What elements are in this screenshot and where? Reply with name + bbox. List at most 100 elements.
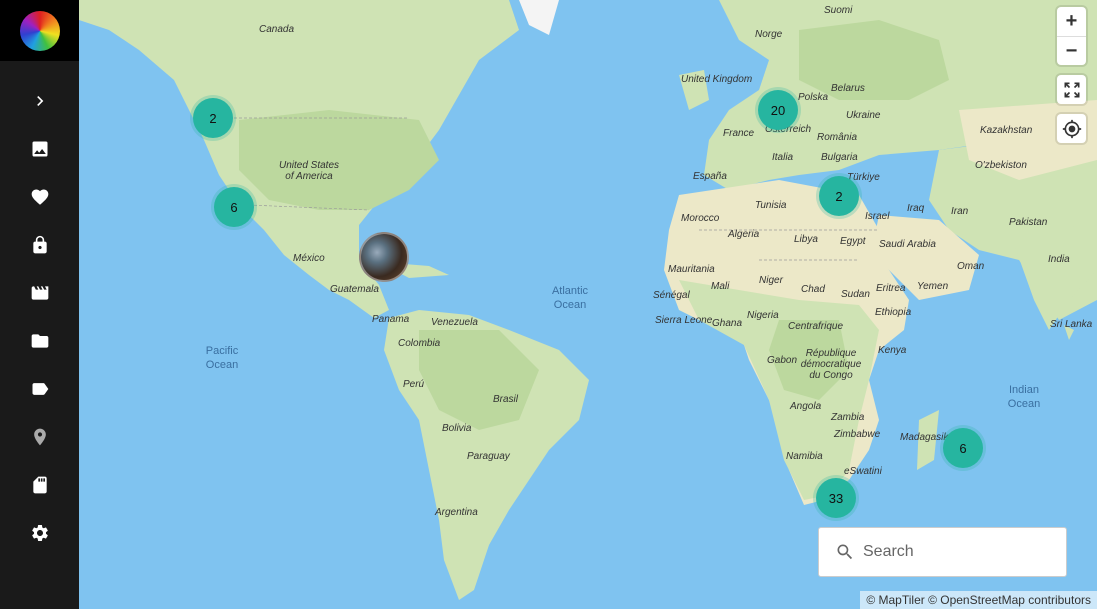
logo-container[interactable]	[0, 0, 79, 61]
label-israel: Israel	[865, 211, 890, 222]
photo-marker[interactable]	[359, 232, 409, 282]
label-libya: Libya	[794, 234, 818, 245]
label-ukraine: Ukraine	[846, 110, 881, 121]
label-kazakhstan: Kazakhstan	[980, 125, 1033, 136]
label-united-states: United States of America	[278, 160, 340, 182]
search-box	[818, 527, 1067, 577]
map-attribution[interactable]: © MapTiler © OpenStreetMap contributors	[860, 591, 1097, 609]
app-logo	[19, 10, 60, 51]
zoom-out-button[interactable]: −	[1057, 36, 1086, 65]
library-icon	[32, 476, 47, 494]
label-tunisia: Tunisia	[755, 200, 787, 211]
label-united-kingdom: United Kingdom	[681, 74, 753, 85]
sidebar-item-labels[interactable]	[0, 365, 79, 413]
label-zambia: Zambia	[831, 412, 865, 423]
gear-icon	[31, 525, 48, 541]
label-pakistan: Pakistan	[1009, 217, 1048, 228]
cluster-marker[interactable]: 2	[193, 98, 233, 138]
label-pacific-ocean: Pacific Ocean	[205, 345, 239, 371]
sidebar-item-folders[interactable]	[0, 317, 79, 365]
zoom-in-button[interactable]: +	[1057, 7, 1086, 36]
movie-icon	[31, 286, 48, 300]
label-sudan: Sudan	[841, 289, 870, 300]
chevron-right-icon	[36, 96, 43, 106]
label-bolivia: Bolivia	[442, 423, 472, 434]
label-mauritania: Mauritania	[668, 264, 715, 275]
label-namibia: Namibia	[786, 451, 823, 462]
label-ozbekiston: O'zbekiston	[975, 160, 1027, 171]
label-sri-lanka: Sri Lanka	[1050, 319, 1093, 330]
cluster-marker[interactable]: 2	[819, 176, 859, 216]
lock-icon	[32, 235, 47, 254]
label-italia: Italia	[772, 152, 794, 163]
label-algeria: Algeria	[728, 229, 760, 240]
label-brasil: Brasil	[493, 394, 519, 405]
label-espana: España	[693, 171, 727, 182]
search-input[interactable]	[863, 543, 1063, 561]
search-icon	[837, 544, 853, 560]
label-atlantic-ocean: Atlantic Ocean	[551, 285, 589, 311]
label-gabon: Gabon	[767, 355, 798, 366]
zoom-controls: + −	[1057, 7, 1086, 65]
geolocate-button[interactable]	[1057, 114, 1086, 143]
label-peru: Perú	[403, 379, 425, 390]
sidebar-item-places[interactable]	[0, 413, 79, 461]
cluster-marker[interactable]: 33	[816, 478, 856, 518]
sidebar-item-favorites[interactable]	[0, 173, 79, 221]
heart-icon	[31, 189, 48, 205]
label-indian-ocean: Indian Ocean	[1007, 384, 1041, 410]
label-mexico: México	[293, 253, 325, 264]
label-bulgaria: Bulgaria	[821, 152, 858, 163]
cluster-marker[interactable]: 6	[943, 428, 983, 468]
cluster-marker[interactable]: 20	[758, 90, 798, 130]
label-france: France	[723, 128, 755, 139]
label-eswatini: eSwatini	[844, 466, 882, 477]
label-oman: Oman	[957, 261, 985, 272]
label-polska: Polska	[798, 92, 829, 103]
sidebar	[0, 0, 79, 609]
sidebar-item-private[interactable]	[0, 221, 79, 269]
sidebar-item-videos[interactable]	[0, 269, 79, 317]
my-location-icon	[1062, 119, 1081, 138]
expand-sidebar-button[interactable]	[0, 77, 79, 125]
label-eritrea: Eritrea	[876, 283, 906, 294]
label-norge: Norge	[755, 29, 783, 40]
label-iraq: Iraq	[907, 203, 925, 214]
label-canada: Canada	[259, 24, 295, 35]
label-nigeria: Nigeria	[747, 310, 779, 321]
label-rdc: République démocratique du Congo	[800, 348, 862, 381]
label-mali: Mali	[711, 281, 730, 292]
label-colombia: Colombia	[398, 338, 441, 349]
label-senegal: Sénégal	[653, 290, 690, 301]
label-centrafrique: Centrafrique	[788, 321, 844, 332]
label-ethiopia: Ethiopia	[875, 307, 912, 318]
label-zimbabwe: Zimbabwe	[834, 429, 881, 440]
label-sierra-leone: Sierra Leone	[655, 315, 713, 326]
label-yemen: Yemen	[917, 281, 949, 292]
label-guatemala: Guatemala	[330, 284, 379, 295]
place-icon	[33, 428, 46, 446]
world-map[interactable]: Canada United States of America México G…	[79, 0, 1097, 609]
label-kenya: Kenya	[878, 345, 907, 356]
label-ghana: Ghana	[712, 318, 743, 329]
sidebar-item-library[interactable]	[0, 461, 79, 509]
label-angola: Angola	[790, 401, 822, 412]
folder-icon	[31, 334, 48, 348]
label-iran: Iran	[951, 206, 969, 217]
label-paraguay: Paraguay	[467, 451, 510, 462]
label-romania: România	[817, 132, 858, 143]
label-niger: Niger	[759, 275, 783, 286]
fullscreen-control	[1057, 75, 1086, 104]
label-panama: Panama	[372, 314, 410, 325]
fullscreen-button[interactable]	[1057, 75, 1086, 104]
label-saudi-arabia: Saudi Arabia	[879, 239, 936, 250]
label-morocco: Morocco	[681, 213, 720, 224]
label-venezuela: Venezuela	[431, 317, 478, 328]
photos-icon	[32, 141, 47, 157]
sidebar-item-settings[interactable]	[0, 509, 79, 557]
sidebar-item-photos[interactable]	[0, 125, 79, 173]
geolocate-control	[1057, 114, 1086, 143]
label-belarus: Belarus	[831, 83, 865, 94]
cluster-marker[interactable]: 6	[214, 187, 254, 227]
label-egypt: Egypt	[840, 236, 866, 247]
